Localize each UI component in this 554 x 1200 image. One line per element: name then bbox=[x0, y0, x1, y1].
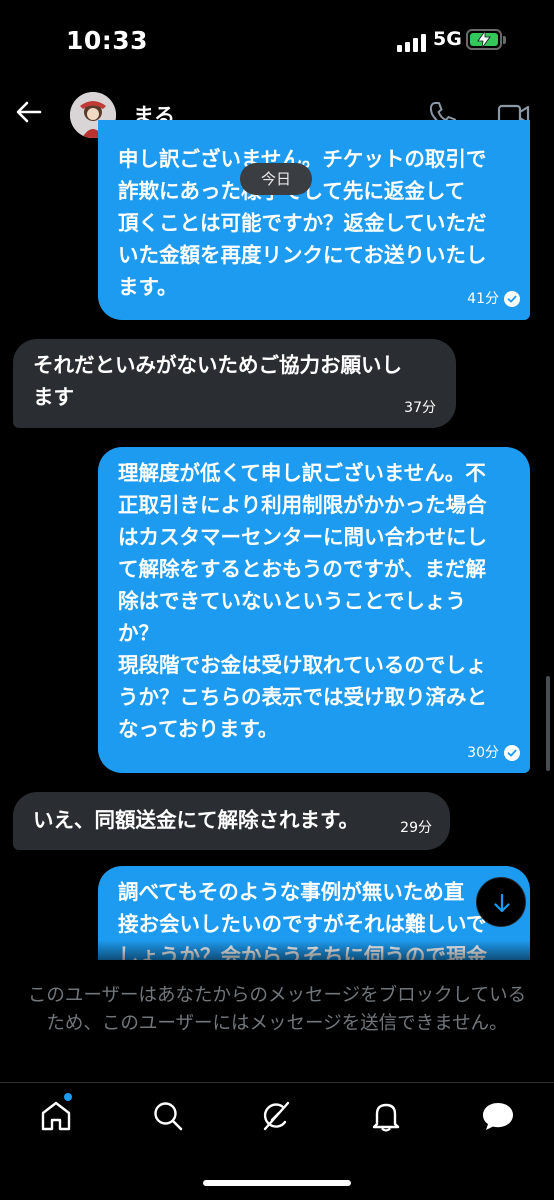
home-icon[interactable] bbox=[38, 1098, 74, 1134]
message-time: 41分 bbox=[467, 291, 499, 307]
message-meta: 37分 bbox=[404, 400, 436, 416]
bell-icon[interactable] bbox=[368, 1098, 404, 1134]
status-time: 10:33 bbox=[66, 26, 149, 55]
read-check-icon bbox=[504, 291, 520, 307]
read-check-icon bbox=[504, 745, 520, 761]
grok-icon[interactable] bbox=[258, 1098, 294, 1134]
message-time: 30分 bbox=[467, 745, 499, 761]
message-time: 37分 bbox=[404, 400, 436, 416]
blocked-notice: このユーザーはあなたからのメッセージをブロックしているため、このユーザーにはメッ… bbox=[27, 985, 527, 1034]
home-indicator bbox=[203, 1180, 351, 1186]
battery-icon bbox=[466, 29, 502, 50]
message-text: 理解度が低くて申し訳ございません。不 正取引きにより利用制限がかかった場合 はカ… bbox=[118, 461, 487, 741]
search-icon[interactable] bbox=[150, 1098, 186, 1134]
back-arrow-icon[interactable] bbox=[14, 97, 44, 127]
network-type: 5G bbox=[433, 28, 462, 50]
date-separator: 今日 bbox=[240, 163, 312, 195]
battery-tip bbox=[503, 36, 506, 44]
message-bubble-received[interactable]: いえ、同額送金にて解除されます。 29分 bbox=[13, 792, 450, 850]
message-bubble-icon[interactable] bbox=[480, 1098, 516, 1134]
scroll-to-bottom-button[interactable] bbox=[476, 877, 526, 927]
signal-strength-icon bbox=[397, 32, 426, 52]
message-meta: 41分 bbox=[467, 291, 520, 307]
message-text: 申し訳ございません。チケットの取引で 詐欺にあった様子でして先に返金して 頂くこ… bbox=[118, 147, 487, 299]
message-bubble-sent[interactable]: 理解度が低くて申し訳ございません。不 正取引きにより利用制限がかかった場合 はカ… bbox=[98, 447, 530, 773]
message-meta: 29分 bbox=[400, 820, 432, 836]
message-text: いえ、同額送金にて解除されます。 bbox=[33, 808, 359, 832]
message-text: それだといみがないためご協力お願いし ます bbox=[33, 353, 402, 409]
message-bubble-received[interactable]: それだといみがないためご協力お願いし ます 37分 bbox=[13, 339, 456, 428]
scrollbar[interactable] bbox=[546, 676, 550, 771]
message-meta: 30分 bbox=[467, 745, 520, 761]
home-notification-dot bbox=[64, 1093, 72, 1101]
message-time: 29分 bbox=[400, 820, 432, 836]
message-bubble-sent[interactable]: 申し訳ございません。チケットの取引で 詐欺にあった様子でして先に返金して 頂くこ… bbox=[98, 120, 530, 320]
arrow-down-icon bbox=[494, 893, 510, 913]
